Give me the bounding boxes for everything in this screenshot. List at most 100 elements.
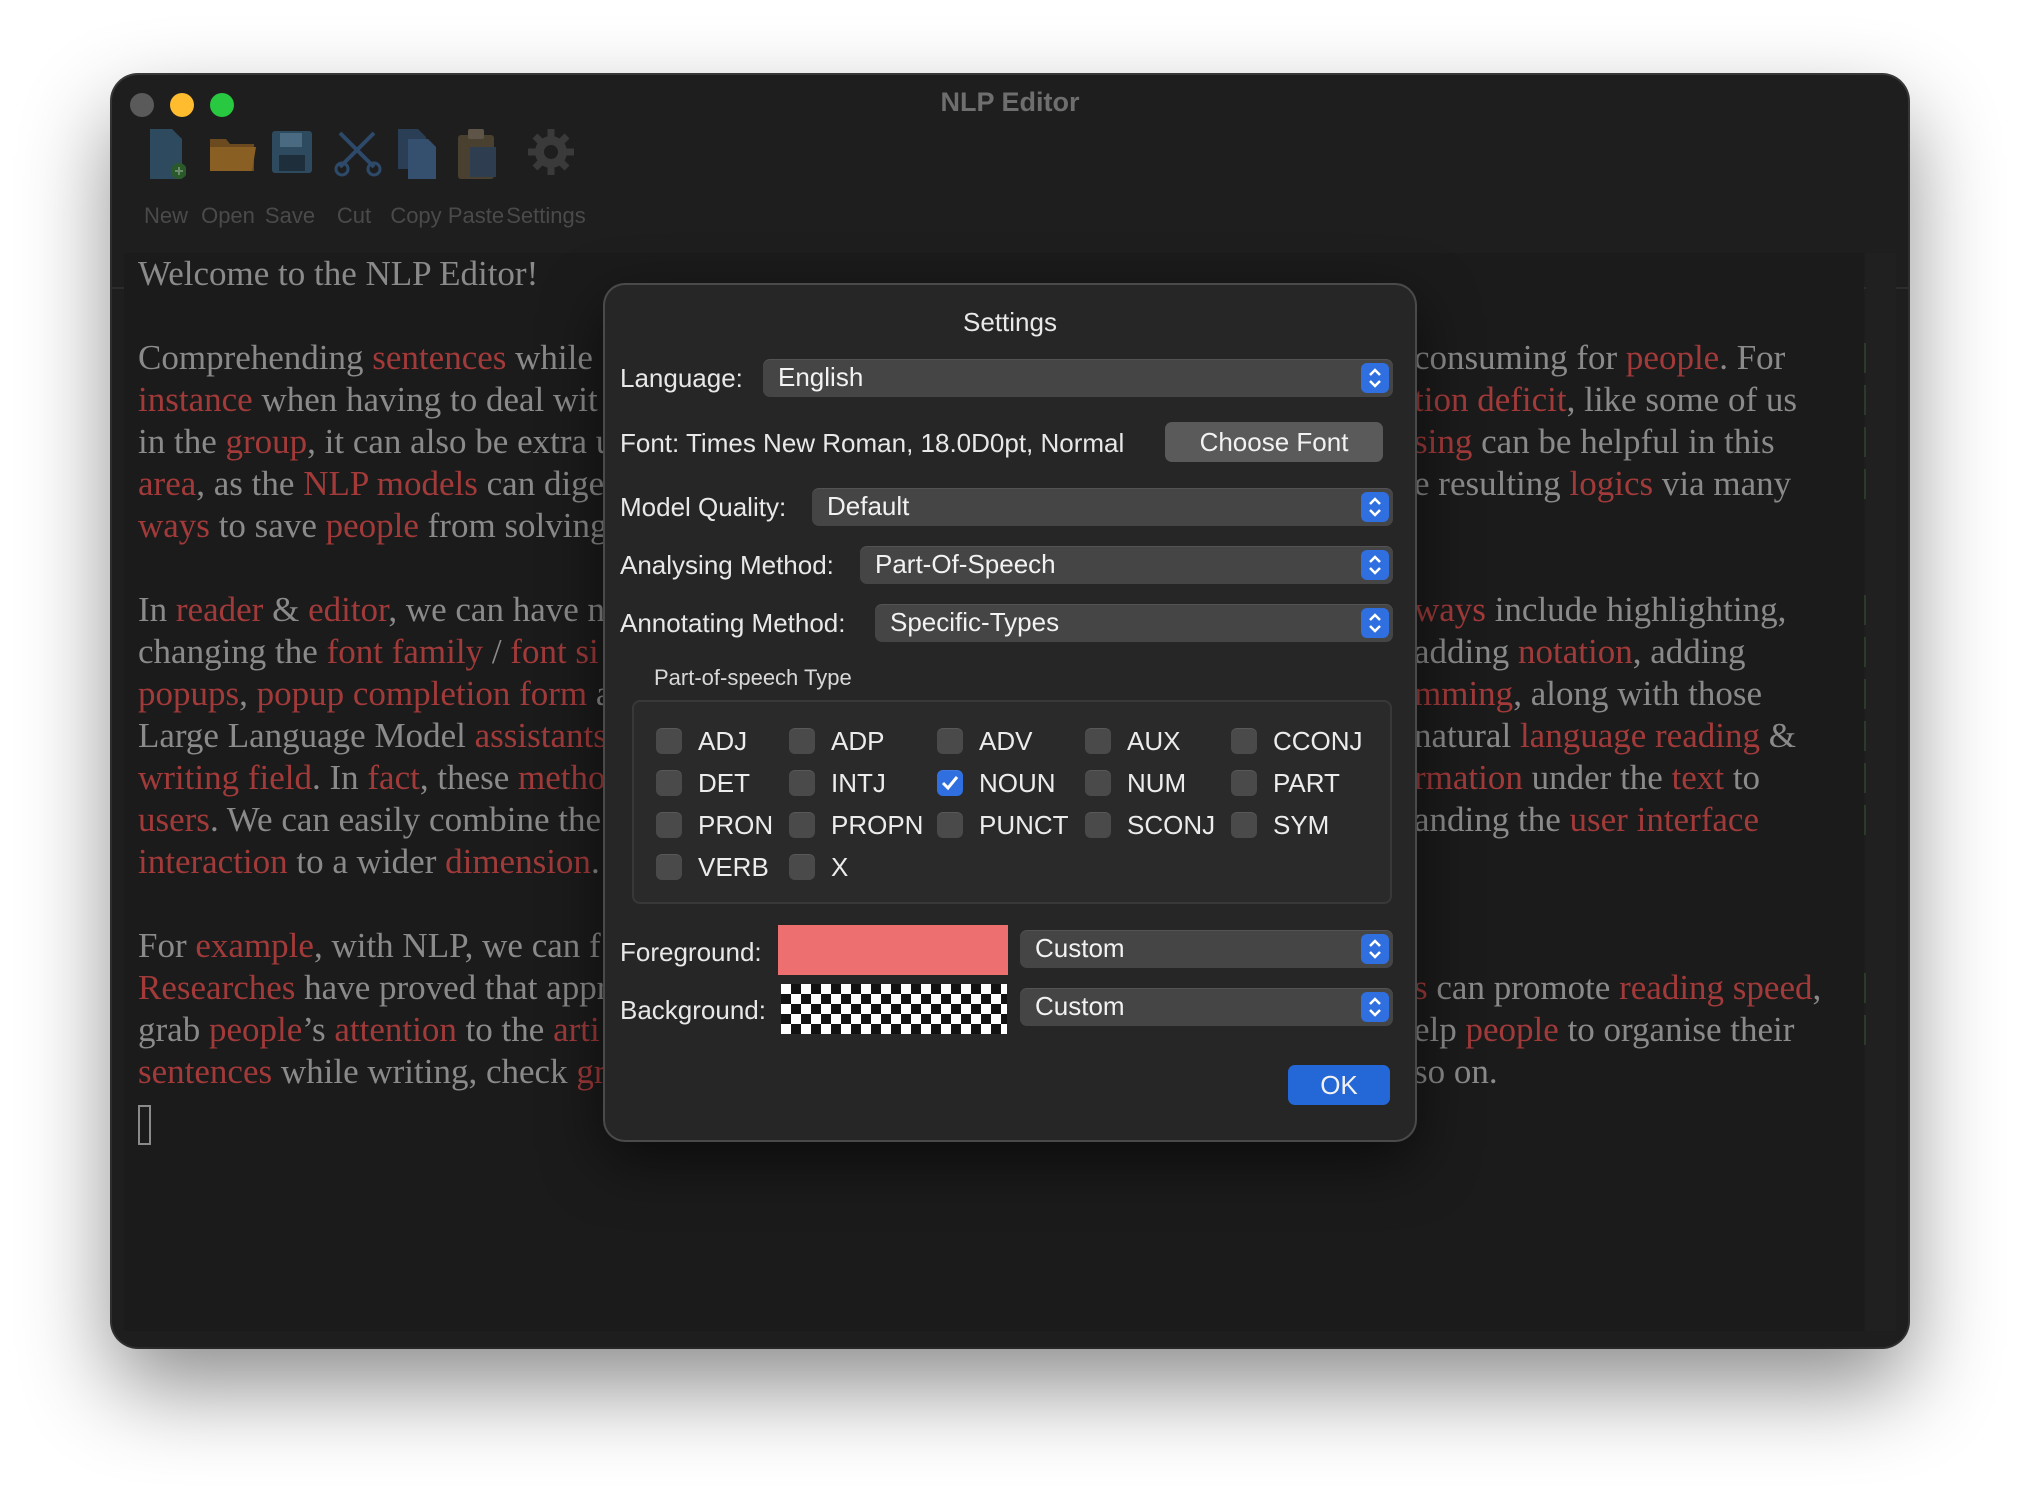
floppy-disk-icon bbox=[270, 127, 312, 177]
highlighted-word: dimension bbox=[445, 842, 591, 881]
highlighted-word: rmation bbox=[1414, 758, 1523, 797]
editor-line: anding the user interface bbox=[1414, 799, 1854, 841]
text-run: consuming for bbox=[1414, 338, 1626, 377]
window-title: NLP Editor bbox=[940, 87, 1080, 117]
highlighted-word: s bbox=[1414, 968, 1428, 1007]
text-run: anding the bbox=[1414, 800, 1570, 839]
text-run: , these bbox=[419, 758, 519, 797]
text-run: / bbox=[483, 632, 511, 671]
highlighted-word: reader bbox=[175, 590, 264, 629]
highlighted-word: people bbox=[208, 1010, 303, 1049]
chevron-updown-icon bbox=[1361, 608, 1389, 638]
checkbox-box bbox=[656, 770, 682, 796]
highlighted-word: popup completion form bbox=[256, 674, 588, 713]
checkbox-box bbox=[1085, 770, 1111, 796]
model-quality-value: Default bbox=[827, 491, 910, 521]
highlighted-word: interaction bbox=[138, 842, 288, 881]
text-run: & bbox=[1759, 716, 1796, 755]
highlighted-word: arti bbox=[553, 1010, 600, 1049]
background-color-swatch[interactable] bbox=[781, 984, 1007, 1034]
text-run: to a wider bbox=[287, 842, 446, 881]
pos-checkbox-label: ADV bbox=[979, 726, 1033, 756]
editor-line: mming, along with those bbox=[1414, 673, 1854, 715]
foreground-color-swatch[interactable] bbox=[778, 925, 1008, 975]
text-run: changing the bbox=[138, 632, 327, 671]
highlighted-word: instance bbox=[138, 380, 253, 419]
text-run: adding bbox=[1414, 632, 1519, 671]
text-run: . bbox=[590, 842, 600, 881]
highlighted-word: area bbox=[138, 464, 197, 503]
highlighted-word: mming bbox=[1414, 674, 1514, 713]
highlighted-word: logics bbox=[1569, 464, 1654, 503]
text-run: , adding bbox=[1632, 632, 1746, 671]
pos-checkbox-label: PROPN bbox=[831, 810, 924, 840]
annotating-method-select[interactable]: Specific-Types bbox=[875, 604, 1393, 642]
pos-checkbox-label: NOUN bbox=[979, 768, 1056, 798]
highlighted-word: NLP models bbox=[303, 464, 478, 503]
language-select[interactable]: English bbox=[763, 359, 1393, 397]
editor-line: natural language reading & bbox=[1414, 715, 1854, 757]
chevron-updown-icon bbox=[1361, 550, 1389, 580]
chevron-updown-icon bbox=[1361, 992, 1389, 1022]
text-run: ’s bbox=[302, 1010, 335, 1049]
choose-font-button[interactable]: Choose Font bbox=[1165, 422, 1383, 462]
checkbox-box bbox=[656, 854, 682, 880]
checkbox-box bbox=[789, 728, 815, 754]
highlighted-word: text bbox=[1671, 758, 1725, 797]
pos-checkbox-label: PUNCT bbox=[979, 810, 1069, 840]
text-run: For bbox=[138, 926, 196, 965]
text-run: , with NLP, we can f bbox=[313, 926, 601, 965]
model-quality-select[interactable]: Default bbox=[812, 488, 1393, 526]
text-run: can dige bbox=[477, 464, 605, 503]
chevron-updown-icon bbox=[1361, 934, 1389, 964]
editor-line: so on. bbox=[1414, 1051, 1854, 1093]
gear-icon bbox=[526, 127, 574, 177]
highlighted-word: group bbox=[225, 422, 308, 461]
text-run: , bbox=[239, 674, 257, 713]
foreground-mode-select[interactable]: Custom bbox=[1020, 930, 1393, 968]
checkbox-box bbox=[656, 812, 682, 838]
text-run: to the bbox=[456, 1010, 554, 1049]
highlighted-word: assistants bbox=[474, 716, 607, 755]
highlighted-word: people bbox=[1625, 338, 1720, 377]
text-run: Welcome to the NLP Editor! bbox=[138, 254, 539, 293]
text-run: e resulting bbox=[1414, 464, 1570, 503]
editor-line: ways include highlighting, bbox=[1414, 589, 1854, 631]
text-run: include highlighting, bbox=[1485, 590, 1787, 629]
text-run: under the bbox=[1522, 758, 1672, 797]
text-run: . In bbox=[312, 758, 368, 797]
chevron-updown-icon bbox=[1361, 492, 1389, 522]
highlighted-word: sentences bbox=[372, 338, 507, 377]
checkbox-box bbox=[1231, 812, 1257, 838]
highlighted-word: attention bbox=[334, 1010, 457, 1049]
pos-checkbox-label: NUM bbox=[1127, 768, 1187, 798]
analysing-method-select[interactable]: Part-Of-Speech bbox=[860, 546, 1393, 584]
editor-line: s can promote reading speed, bbox=[1414, 967, 1854, 1009]
text-cursor bbox=[138, 1105, 151, 1145]
text-run: , like some of us bbox=[1566, 380, 1797, 419]
background-mode-select[interactable]: Custom bbox=[1020, 988, 1393, 1026]
highlighted-word: users bbox=[138, 800, 210, 839]
text-run: can be helpful in this bbox=[1472, 422, 1775, 461]
scissors-icon bbox=[334, 127, 382, 177]
editor-scrollbar[interactable] bbox=[1866, 253, 1896, 1331]
text-run: while writing, check bbox=[272, 1052, 577, 1091]
editor-line: tion deficit, like some of us bbox=[1414, 379, 1854, 421]
highlighted-word: reading speed bbox=[1619, 968, 1813, 1007]
pos-checkbox-label: SCONJ bbox=[1127, 810, 1216, 840]
text-run: , along with those bbox=[1513, 674, 1763, 713]
text-run: while bbox=[506, 338, 593, 377]
font-label: Font: Times New Roman, 18.0D0pt, Normal bbox=[620, 428, 1125, 458]
pos-checkbox-label: INTJ bbox=[831, 768, 886, 798]
text-run: & bbox=[263, 590, 309, 629]
text-run: , as the bbox=[196, 464, 304, 503]
text-run: elp bbox=[1414, 1010, 1466, 1049]
text-run: . For bbox=[1719, 338, 1786, 377]
editor-text-right: consuming for people. For tion deficit, l… bbox=[1414, 253, 1854, 1093]
ok-button[interactable]: OK bbox=[1288, 1065, 1390, 1105]
text-run: to organise their bbox=[1558, 1010, 1795, 1049]
text-run: in the bbox=[138, 422, 226, 461]
dialog-title: Settings bbox=[963, 307, 1057, 337]
